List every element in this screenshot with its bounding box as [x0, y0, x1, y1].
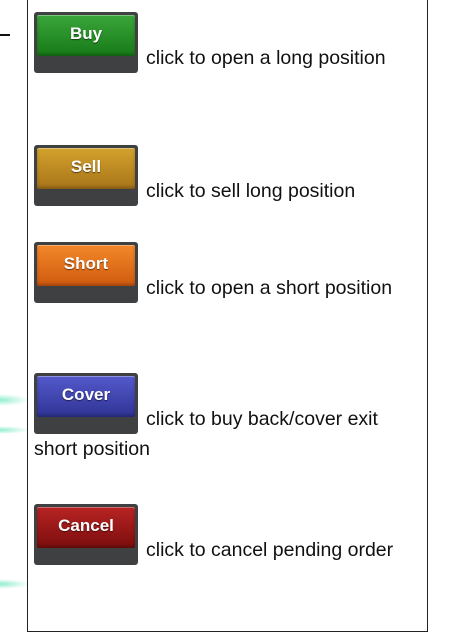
legend-entry-short: Short click to open a short position	[34, 242, 419, 303]
decorative-glow	[0, 394, 30, 406]
legend-entry-cancel: Cancel click to cancel pending order	[34, 504, 419, 565]
sell-button[interactable]: Sell	[34, 145, 138, 206]
cancel-button[interactable]: Cancel	[34, 504, 138, 565]
cover-button[interactable]: Cover	[34, 373, 138, 434]
short-button-label: Short	[37, 245, 135, 286]
cover-button-label: Cover	[37, 376, 135, 417]
decorative-glow	[0, 579, 30, 589]
sell-description: click to sell long position	[146, 180, 356, 202]
buy-button-label: Buy	[37, 15, 135, 56]
legend-entry-sell: Sell click to sell long position	[34, 145, 419, 206]
order-buttons-legend: Buy click to open a long position Sell cli…	[27, 0, 428, 632]
cancel-button-label: Cancel	[37, 507, 135, 548]
legend-entry-buy: Buy click to open a long position	[34, 12, 419, 73]
buy-description: click to open a long position	[146, 47, 386, 69]
short-button[interactable]: Short	[34, 242, 138, 303]
sell-button-label: Sell	[37, 148, 135, 189]
short-description: click to open a short position	[146, 277, 393, 299]
legend-entry-cover: Cover click to buy back/cover exit short …	[34, 373, 419, 464]
buy-button[interactable]: Buy	[34, 12, 138, 73]
decorative-glow	[0, 426, 30, 434]
cancel-description: click to cancel pending order	[146, 539, 394, 561]
edge-marker	[0, 34, 10, 36]
